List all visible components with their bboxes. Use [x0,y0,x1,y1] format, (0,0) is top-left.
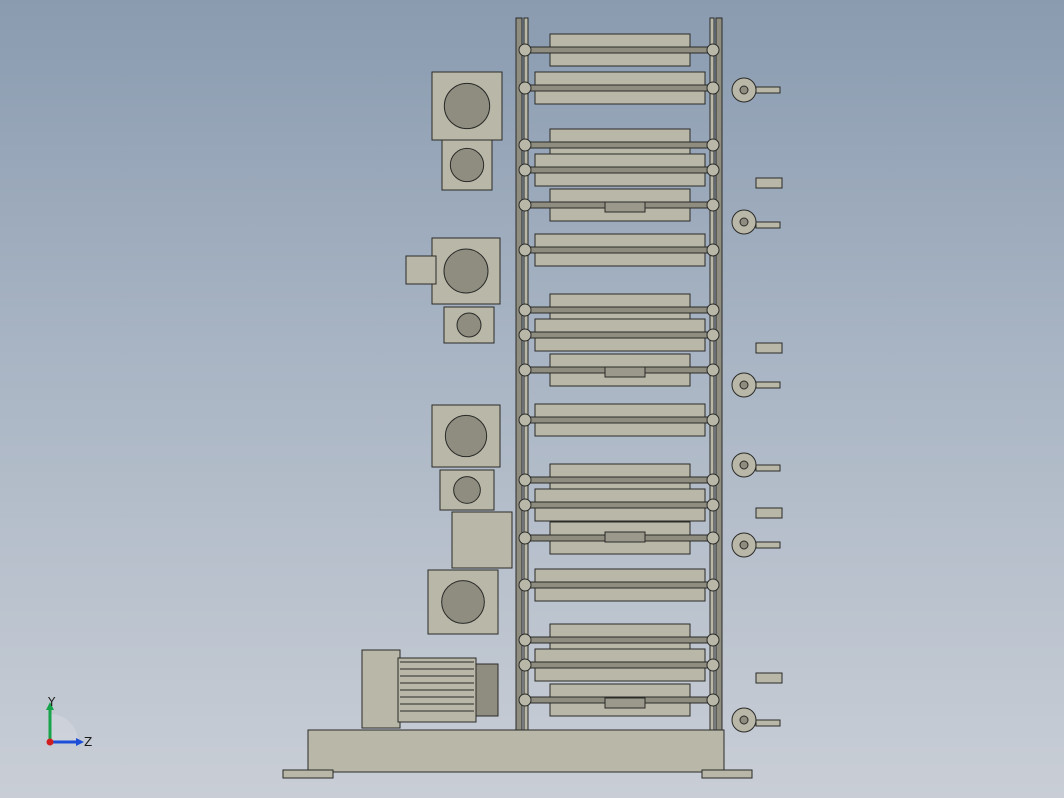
shaft-bearing-right [706,578,720,592]
roller-shaft [527,84,711,92]
motor-icon [361,649,401,729]
shaft-bearing-left [518,693,532,707]
belt-guard [451,511,513,569]
shaft-bearing-left [518,81,532,95]
shaft-bearing-left [518,198,532,212]
drive-flange [441,580,485,624]
roller-shaft [527,331,711,339]
shaft-bearing-right [706,498,720,512]
handwheel-hub [739,540,749,550]
shaft-bearing-right [706,81,720,95]
drive-flange [443,82,491,130]
base-foot-right [701,769,753,779]
shaft-bearing-right [706,138,720,152]
drive-flange [456,312,482,338]
left-drive-units [405,71,513,635]
drive-shaft-cap [405,255,437,285]
machine-base [282,729,753,779]
roller-nameplate [604,531,646,543]
axis-triad: Y Z [46,696,92,749]
shaft-bearing-left [518,473,532,487]
roller-nameplate [604,201,646,213]
z-axis-label: Z [84,735,92,749]
base-foot-left [282,769,334,779]
shaft-bearing-right [706,693,720,707]
z-arrow-head [76,738,84,746]
roller-shaft [527,501,711,509]
shaft-bearing-right [706,473,720,487]
roller-shaft [527,661,711,669]
shaft-bearing-right [706,163,720,177]
shaft-bearing-right [706,328,720,342]
shaft-bearing-right [706,413,720,427]
roller-nameplate [604,366,646,378]
roller-shaft [527,141,711,149]
adjust-knob [755,177,783,189]
shaft-bearing-left [518,578,532,592]
shaft-bearing-left [518,531,532,545]
adjust-knob [755,507,783,519]
shaft-bearing-right [706,243,720,257]
handwheel-handle [755,221,781,229]
right-handwheels [731,77,783,733]
handwheel-hub [739,715,749,725]
cad-model-view[interactable] [0,0,1064,798]
drive-flange [444,414,488,458]
handwheel-hub [739,380,749,390]
roller-shaft [527,636,711,644]
shaft-bearing-left [518,43,532,57]
shaft-bearing-right [706,633,720,647]
shaft-bearing-right [706,198,720,212]
shaft-bearing-right [706,363,720,377]
x-axis-dot [46,738,54,746]
adjust-knob [755,342,783,354]
handwheel-handle [755,86,781,94]
drive-flange [443,248,489,294]
roller-shaft [527,46,711,54]
shaft-bearing-left [518,303,532,317]
triad-plane [50,714,78,742]
handwheel-handle [755,719,781,727]
handwheel-handle [755,464,781,472]
y-axis-label: Y [47,696,56,709]
roller-shaft [527,166,711,174]
handwheel-hub [739,460,749,470]
shaft-bearing-left [518,498,532,512]
shaft-bearing-left [518,658,532,672]
motor-coupling [475,663,499,717]
roller-shaft [527,306,711,314]
roller-shaft [527,416,711,424]
shaft-bearing-right [706,303,720,317]
drive-flange [453,476,481,504]
shaft-bearing-left [518,633,532,647]
adjust-knob [755,672,783,684]
shaft-bearing-left [518,328,532,342]
main-motor [361,649,499,729]
shaft-bearing-right [706,43,720,57]
handwheel-handle [755,541,781,549]
shaft-bearing-left [518,363,532,377]
roller-shaft [527,476,711,484]
roller-nameplate [604,697,646,709]
drive-flange [449,147,485,183]
roller-stack [518,33,720,717]
graphics-viewport[interactable]: Y Z [0,0,1064,798]
shaft-bearing-left [518,163,532,177]
base-plate [307,729,725,773]
shaft-bearing-right [706,531,720,545]
handwheel-hub [739,85,749,95]
roller-shaft [527,581,711,589]
shaft-bearing-right [706,658,720,672]
handwheel-handle [755,381,781,389]
handwheel-hub [739,217,749,227]
shaft-bearing-left [518,413,532,427]
shaft-bearing-left [518,243,532,257]
shaft-bearing-left [518,138,532,152]
roller-shaft [527,246,711,254]
